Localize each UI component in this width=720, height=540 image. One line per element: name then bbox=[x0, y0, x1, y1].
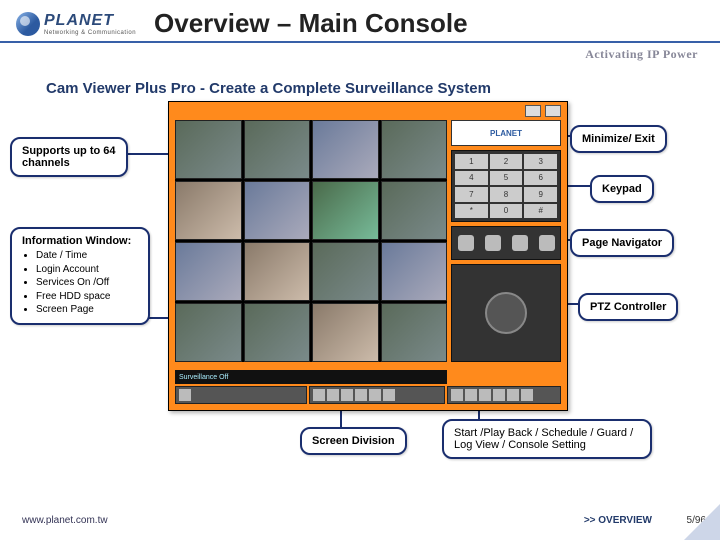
camera-tile[interactable] bbox=[244, 181, 311, 240]
camera-tile[interactable] bbox=[244, 303, 311, 362]
logo-subtext: Networking & Communication bbox=[44, 30, 136, 36]
slide-header: PLANET Networking & Communication Overvi… bbox=[0, 0, 720, 43]
callout-text: Minimize/ Exit bbox=[582, 133, 655, 145]
list-item: Free HDD space bbox=[36, 290, 138, 304]
list-item: Login Account bbox=[36, 263, 138, 277]
callout-screen-division: Screen Division bbox=[300, 427, 407, 455]
callout-supports: Supports up to 64 channels bbox=[10, 137, 128, 177]
keypad: 1 2 3 4 5 6 7 8 9 * 0 # bbox=[451, 150, 561, 222]
page-title: Overview – Main Console bbox=[154, 8, 468, 39]
keypad-key[interactable]: 5 bbox=[490, 171, 523, 186]
camera-tile[interactable] bbox=[381, 242, 448, 301]
minimize-button[interactable] bbox=[525, 105, 541, 117]
titlebar bbox=[169, 102, 567, 120]
camera-tile[interactable] bbox=[175, 242, 242, 301]
brand-logo: PLANET Networking & Communication bbox=[16, 12, 136, 36]
nav-next-icon[interactable] bbox=[485, 235, 501, 251]
camera-tile[interactable] bbox=[244, 120, 311, 179]
callout-text: Supports up to 64 channels bbox=[22, 145, 116, 169]
layout-icon[interactable] bbox=[327, 389, 339, 401]
ptz-controller[interactable] bbox=[451, 264, 561, 362]
callout-title: Information Window: bbox=[22, 235, 131, 247]
callout-info-window: Information Window: Date / Time Login Ac… bbox=[10, 227, 150, 325]
callout-text: Keypad bbox=[602, 183, 642, 195]
camera-tile[interactable] bbox=[381, 181, 448, 240]
info-icon bbox=[179, 389, 191, 401]
callout-page-navigator: Page Navigator bbox=[570, 229, 674, 257]
callout-text: Start /Play Back / Schedule / Guard / Lo… bbox=[454, 427, 633, 451]
nav-prev-icon[interactable] bbox=[458, 235, 474, 251]
bottom-toolbar bbox=[175, 386, 561, 404]
info-window-bar: Surveillance Off bbox=[175, 370, 447, 384]
callout-start-controls: Start /Play Back / Schedule / Guard / Lo… bbox=[442, 419, 652, 459]
info-bar-text: Surveillance Off bbox=[179, 374, 228, 381]
camera-tile[interactable] bbox=[175, 181, 242, 240]
list-item: Screen Page bbox=[36, 303, 138, 317]
page-navigator bbox=[451, 226, 561, 260]
keypad-key[interactable]: 6 bbox=[524, 171, 557, 186]
settings-button[interactable] bbox=[521, 389, 533, 401]
layout-icon[interactable] bbox=[341, 389, 353, 401]
guard-button[interactable] bbox=[493, 389, 505, 401]
layout-icon[interactable] bbox=[383, 389, 395, 401]
footer-url: www.planet.com.tw bbox=[22, 515, 108, 526]
camera-tile[interactable] bbox=[381, 120, 448, 179]
keypad-key[interactable]: * bbox=[455, 204, 488, 219]
main-controls-segment bbox=[447, 386, 561, 404]
exit-button[interactable] bbox=[545, 105, 561, 117]
layout-icon[interactable] bbox=[355, 389, 367, 401]
keypad-key[interactable]: 0 bbox=[490, 204, 523, 219]
callout-ptz: PTZ Controller bbox=[578, 293, 678, 321]
globe-icon bbox=[16, 12, 40, 36]
keypad-key[interactable]: # bbox=[524, 204, 557, 219]
diagram-stage: PLANET 1 2 3 4 5 6 7 8 9 * 0 # bbox=[0, 107, 720, 507]
keypad-key[interactable]: 3 bbox=[524, 154, 557, 169]
keypad-key[interactable]: 8 bbox=[490, 187, 523, 202]
camera-tile[interactable] bbox=[312, 181, 379, 240]
callout-minimize: Minimize/ Exit bbox=[570, 125, 667, 153]
keypad-key[interactable]: 7 bbox=[455, 187, 488, 202]
layout-icon[interactable] bbox=[369, 389, 381, 401]
camera-tile[interactable] bbox=[381, 303, 448, 362]
main-console-screenshot: PLANET 1 2 3 4 5 6 7 8 9 * 0 # bbox=[168, 101, 568, 411]
keypad-key[interactable]: 2 bbox=[490, 154, 523, 169]
camera-grid bbox=[175, 120, 447, 362]
page-corner-fold bbox=[684, 504, 720, 540]
camera-tile[interactable] bbox=[175, 120, 242, 179]
keypad-key[interactable]: 1 bbox=[455, 154, 488, 169]
nav-snap-icon[interactable] bbox=[539, 235, 555, 251]
layout-icon[interactable] bbox=[313, 389, 325, 401]
tagline: Activating IP Power bbox=[0, 43, 720, 62]
camera-tile[interactable] bbox=[312, 120, 379, 179]
camera-tile[interactable] bbox=[312, 242, 379, 301]
camera-tile[interactable] bbox=[175, 303, 242, 362]
keypad-key[interactable]: 4 bbox=[455, 171, 488, 186]
logview-button[interactable] bbox=[507, 389, 519, 401]
playback-button[interactable] bbox=[465, 389, 477, 401]
right-panel: PLANET 1 2 3 4 5 6 7 8 9 * 0 # bbox=[451, 120, 561, 362]
callout-text: Page Navigator bbox=[582, 237, 662, 249]
camera-tile[interactable] bbox=[244, 242, 311, 301]
info-list: Date / Time Login Account Services On /O… bbox=[22, 249, 138, 317]
callout-keypad: Keypad bbox=[590, 175, 654, 203]
info-window-segment bbox=[175, 386, 307, 404]
camera-tile[interactable] bbox=[312, 303, 379, 362]
callout-text: Screen Division bbox=[312, 435, 395, 447]
keypad-key[interactable]: 9 bbox=[524, 187, 557, 202]
list-item: Services On /Off bbox=[36, 276, 138, 290]
screen-division-segment bbox=[309, 386, 445, 404]
console-brand: PLANET bbox=[451, 120, 561, 146]
logo-text: PLANET bbox=[44, 12, 136, 30]
nav-zoom-icon[interactable] bbox=[512, 235, 528, 251]
schedule-button[interactable] bbox=[479, 389, 491, 401]
callout-text: PTZ Controller bbox=[590, 301, 666, 313]
list-item: Date / Time bbox=[36, 249, 138, 263]
start-button[interactable] bbox=[451, 389, 463, 401]
footer-breadcrumb: >> OVERVIEW bbox=[584, 515, 652, 526]
